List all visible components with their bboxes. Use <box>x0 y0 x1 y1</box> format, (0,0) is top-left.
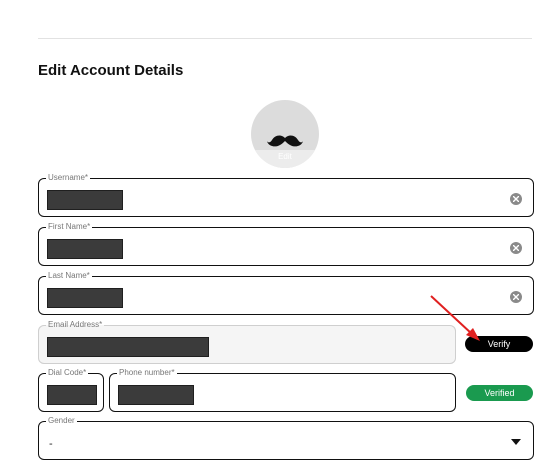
chevron-down-icon[interactable] <box>511 439 521 445</box>
gender-select[interactable]: Gender - <box>38 417 534 460</box>
gender-value: - <box>49 438 53 450</box>
first-name-label: First Name* <box>48 222 91 231</box>
dial-code-field[interactable]: Dial Code* <box>38 369 104 412</box>
annotation-arrow-icon <box>430 295 480 341</box>
dial-code-redacted-value <box>47 385 97 405</box>
last-name-label: Last Name* <box>48 271 90 280</box>
dial-code-label: Dial Code* <box>48 368 87 377</box>
top-divider <box>38 38 532 39</box>
email-label: Email Address* <box>48 320 103 329</box>
mustache-icon <box>267 135 303 147</box>
gender-label: Gender <box>48 416 75 425</box>
first-name-field[interactable]: First Name* <box>38 223 534 266</box>
email-redacted-value <box>47 337 209 357</box>
verified-badge: Verified <box>466 385 533 401</box>
email-field[interactable]: Email Address* <box>38 321 456 364</box>
first-name-redacted-value <box>47 239 123 259</box>
clear-last-name-icon[interactable] <box>510 291 522 303</box>
username-field[interactable]: Username* <box>38 174 534 217</box>
username-redacted-value <box>47 190 123 210</box>
avatar[interactable]: Edit <box>251 100 319 168</box>
clear-first-name-icon[interactable] <box>510 242 522 254</box>
phone-number-label: Phone number* <box>119 368 175 377</box>
username-label: Username* <box>48 173 89 182</box>
avatar-edit-label[interactable]: Edit <box>251 150 319 168</box>
phone-number-redacted-value <box>118 385 194 405</box>
phone-number-field[interactable]: Phone number* <box>109 369 456 412</box>
clear-username-icon[interactable] <box>510 193 522 205</box>
last-name-redacted-value <box>47 288 123 308</box>
page-title: Edit Account Details <box>38 62 184 79</box>
